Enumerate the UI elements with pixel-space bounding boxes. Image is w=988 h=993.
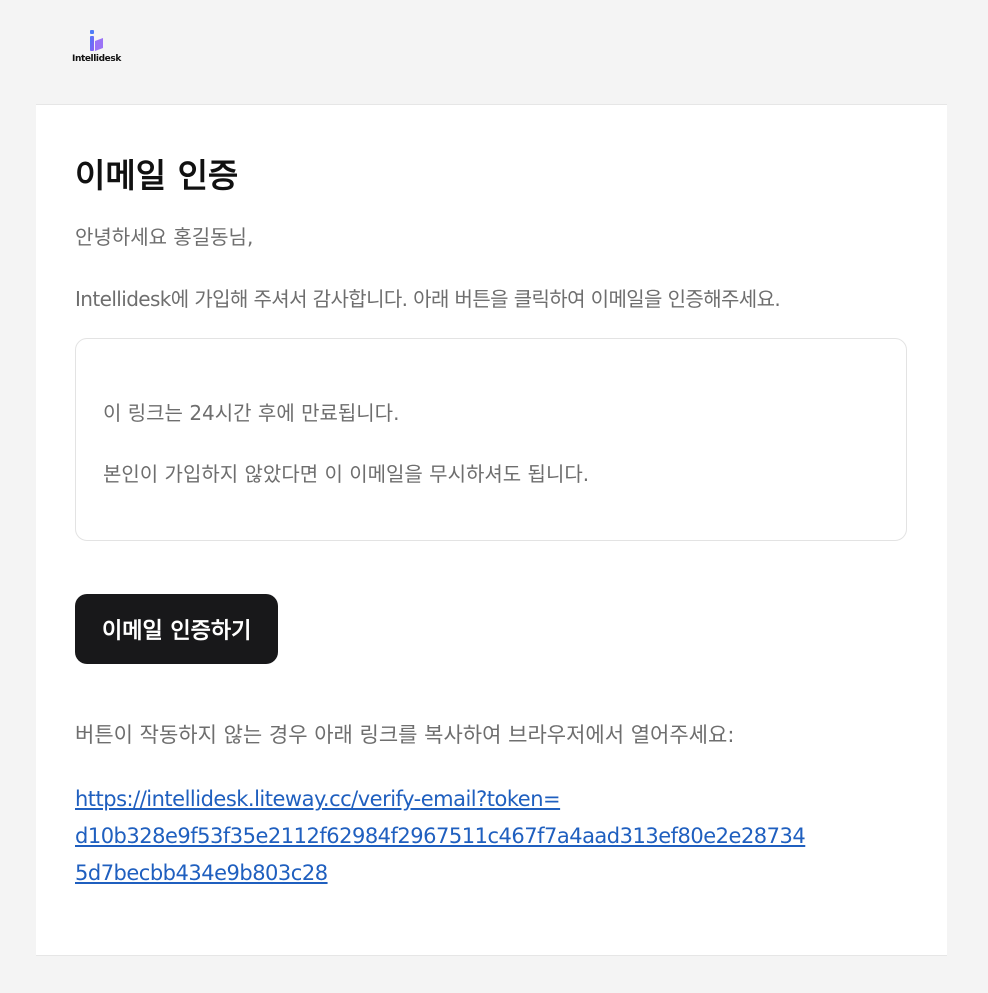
greeting-text: 안녕하세요 홍길동님,: [75, 225, 254, 249]
verify-email-button[interactable]: 이메일 인증하기: [75, 594, 279, 664]
verify-link-line-2: d10b328e9f53f35e2112f62984f2967511c467f7…: [75, 824, 806, 848]
email-card: 이메일 인증 안녕하세요 홍길동님, Intellidesk에 가입해 주셔서 …: [36, 104, 947, 956]
verify-link-line-1: https://intellidesk.liteway.cc/verify-em…: [75, 787, 561, 811]
verify-email-link[interactable]: https://intellidesk.liteway.cc/verify-em…: [75, 781, 815, 892]
intellidesk-logo-icon: [90, 30, 103, 51]
brand-logo: Intellidesk: [72, 30, 121, 68]
expiry-notice: 이 링크는 24시간 후에 만료됩니다.: [103, 401, 400, 425]
intro-text: Intellidesk에 가입해 주셔서 감사합니다. 아래 버튼을 클릭하여 …: [75, 287, 781, 311]
email-title: 이메일 인증: [75, 156, 239, 195]
notice-box: 이 링크는 24시간 후에 만료됩니다. 본인이 가입하지 않았다면 이 이메일…: [75, 338, 907, 541]
brand-name: Intellidesk: [72, 54, 121, 64]
fallback-text: 버튼이 작동하지 않는 경우 아래 링크를 복사하여 브라우저에서 열어주세요:: [75, 723, 735, 747]
verify-link-line-3: 5d7becbb434e9b803c28: [75, 861, 328, 885]
ignore-notice: 본인이 가입하지 않았다면 이 이메일을 무시하셔도 됩니다.: [103, 462, 590, 486]
